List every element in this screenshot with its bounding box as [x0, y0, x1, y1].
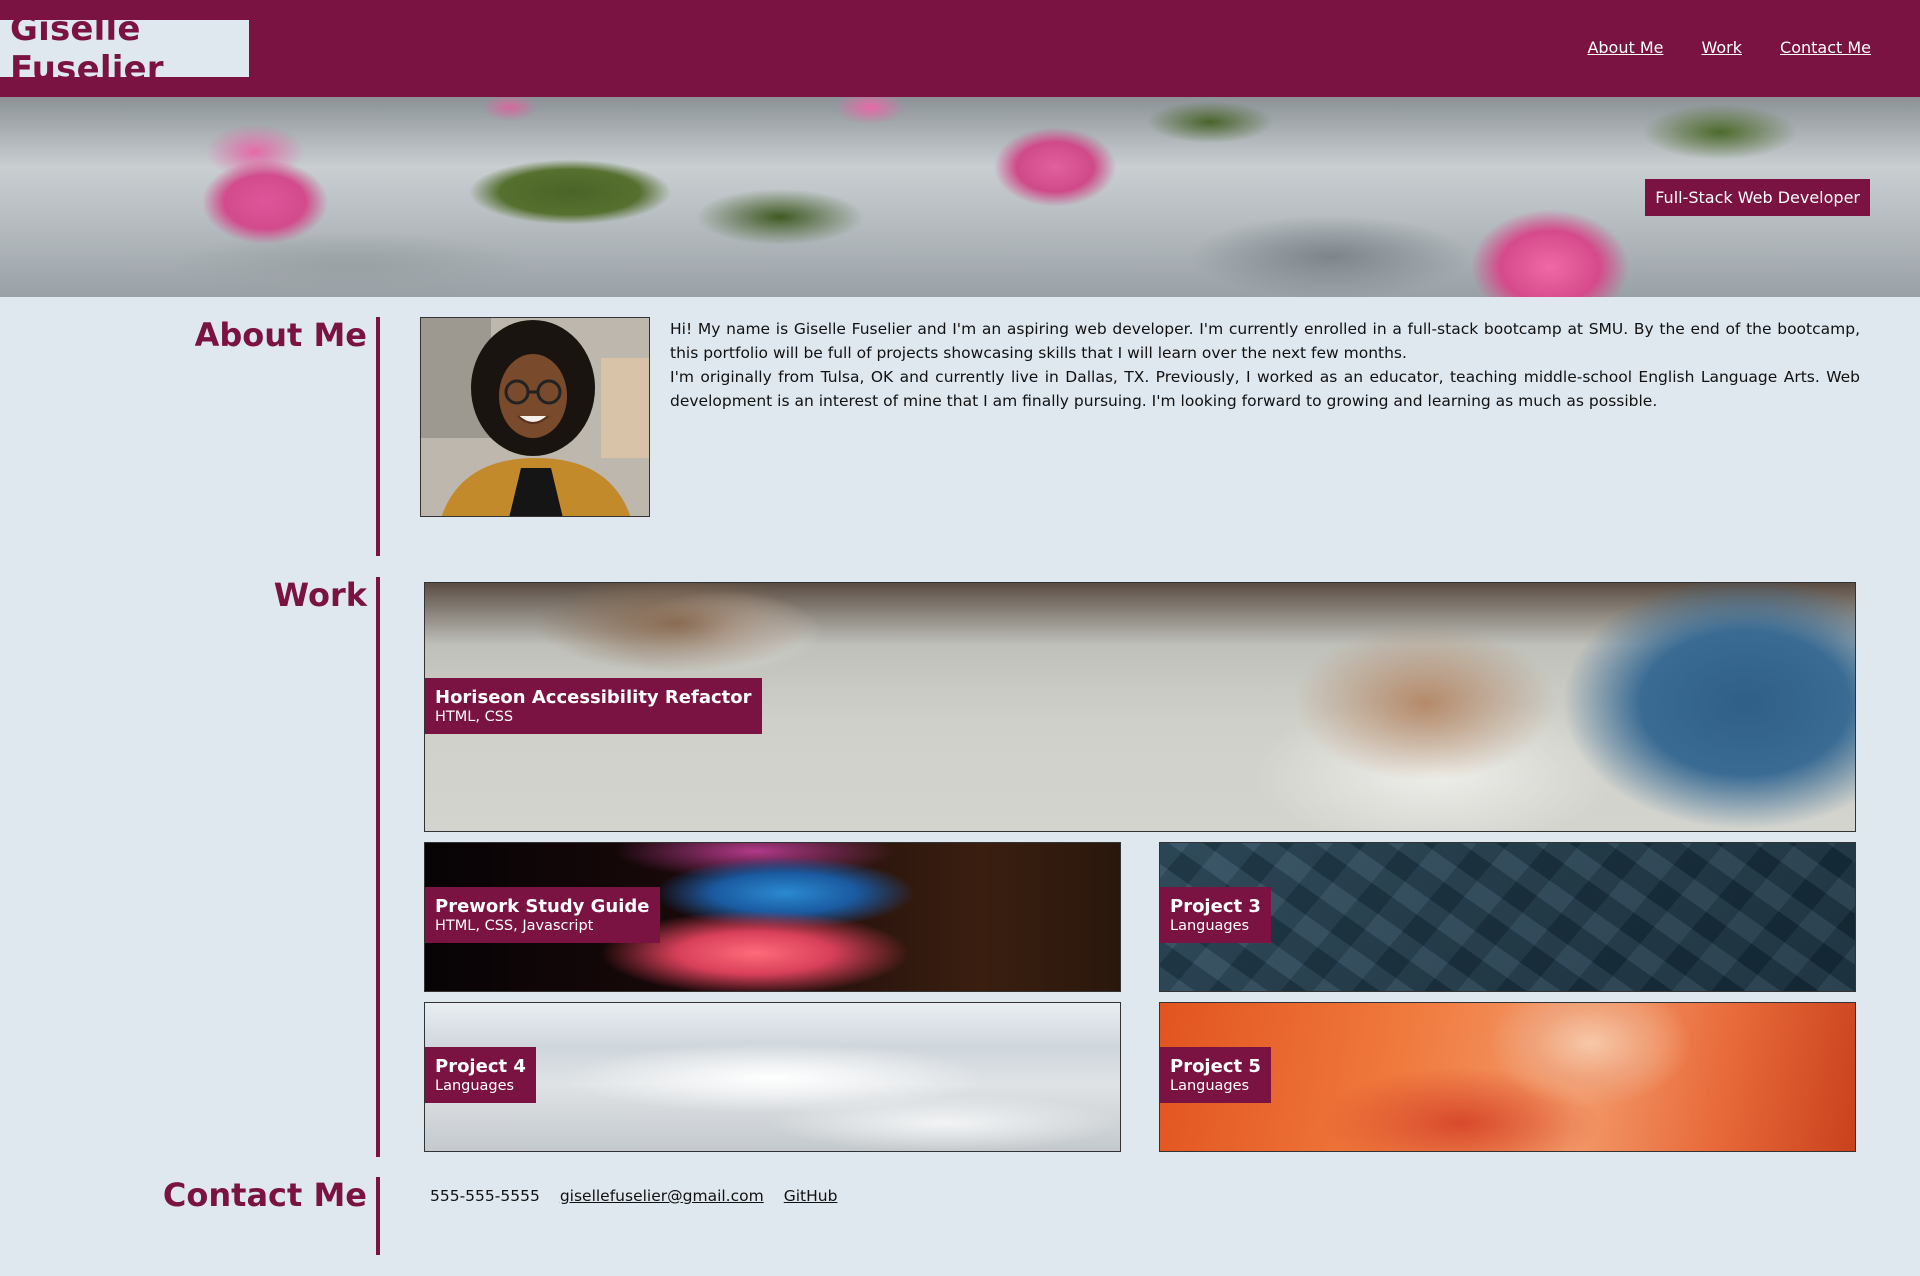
contact-phone: 555-555-5555	[430, 1187, 540, 1205]
project-card-prework-study-guide[interactable]: Prework Study Guide HTML, CSS, Javascrip…	[424, 842, 1121, 992]
project-languages: Languages	[1170, 1078, 1250, 1094]
site-brand[interactable]: Giselle Fuselier	[0, 9, 249, 89]
about-divider	[376, 317, 380, 556]
project-label: Horiseon Accessibility Refactor HTML, CS…	[425, 678, 762, 734]
contact-github-link[interactable]: GitHub	[784, 1187, 838, 1205]
project-languages: Languages	[435, 1078, 515, 1094]
project-name: Project 4	[435, 1056, 526, 1077]
about-section-title: About Me	[194, 316, 367, 354]
project-name: Horiseon Accessibility Refactor	[435, 687, 752, 708]
about-text: Hi! My name is Giselle Fuselier and I'm …	[670, 317, 1860, 413]
project-card-project-4[interactable]: Project 4 Languages	[424, 1002, 1121, 1152]
profile-photo	[420, 317, 650, 517]
hero-role-badge: Full-Stack Web Developer	[1645, 179, 1870, 216]
nav-link-work[interactable]: Work	[1702, 38, 1743, 57]
contact-email-link[interactable]: gisellefuselier@gmail.com	[560, 1187, 764, 1205]
project-label: Project 3 Languages	[1160, 887, 1271, 943]
hero-banner: Full-Stack Web Developer	[0, 97, 1920, 297]
work-section-title: Work	[273, 576, 367, 614]
project-name: Prework Study Guide	[435, 896, 650, 917]
about-paragraph-1: Hi! My name is Giselle Fuselier and I'm …	[670, 320, 1860, 362]
project-card-horiseon[interactable]: Horiseon Accessibility Refactor HTML, CS…	[424, 582, 1856, 832]
project-card-project-5[interactable]: Project 5 Languages	[1159, 1002, 1856, 1152]
site-header: Giselle Fuselier About Me Work Contact M…	[0, 0, 1920, 97]
work-divider	[376, 577, 380, 1157]
profile-photo-illustration	[421, 318, 649, 516]
main-nav: About Me Work Contact Me	[1587, 38, 1871, 57]
project-languages: Languages	[1170, 918, 1250, 934]
project-label: Project 4 Languages	[425, 1047, 536, 1103]
about-paragraph-2: I'm originally from Tulsa, OK and curren…	[670, 368, 1860, 410]
contact-list: 555-555-5555 gisellefuselier@gmail.com G…	[430, 1187, 837, 1205]
project-label: Project 5 Languages	[1160, 1047, 1271, 1103]
contact-divider	[376, 1177, 380, 1255]
project-languages: HTML, CSS	[435, 709, 514, 725]
project-name: Project 5	[1170, 1056, 1261, 1077]
project-languages: HTML, CSS, Javascript	[435, 918, 594, 934]
project-name: Project 3	[1170, 896, 1261, 917]
contact-section-title: Contact Me	[162, 1176, 367, 1214]
project-label: Prework Study Guide HTML, CSS, Javascrip…	[425, 887, 660, 943]
nav-link-contact-me[interactable]: Contact Me	[1780, 38, 1871, 57]
project-card-project-3[interactable]: Project 3 Languages	[1159, 842, 1856, 992]
nav-link-about-me[interactable]: About Me	[1587, 38, 1663, 57]
